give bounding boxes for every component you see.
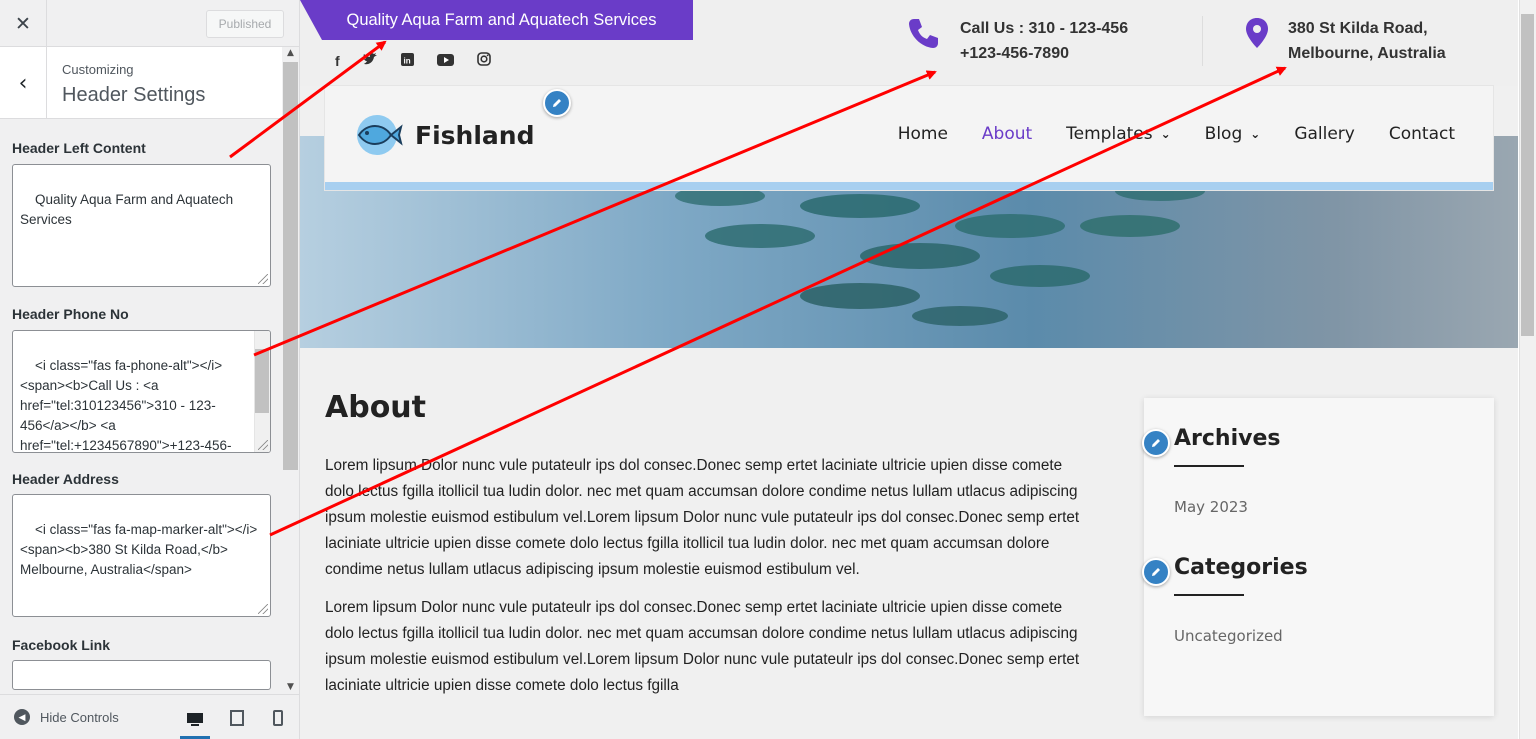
- phone-icon: [909, 19, 938, 48]
- fish-logo-icon: [357, 115, 403, 155]
- header-left-promo: Quality Aqua Farm and Aquatech Services: [300, 0, 693, 40]
- customizing-label: Customizing: [62, 62, 134, 77]
- menu-item-label: About: [981, 124, 1033, 144]
- header-phone-block: Call Us : 310 - 123-456 +123-456-7890: [906, 16, 1128, 66]
- address-text: 380 St Kilda Road, Melbourne, Australia: [1288, 16, 1446, 66]
- widget-underline: [1174, 594, 1244, 596]
- archives-item-link[interactable]: May 2023: [1174, 498, 1248, 516]
- scroll-up-icon[interactable]: ▲: [284, 48, 297, 58]
- edit-shortcut-icon[interactable]: [1142, 558, 1170, 586]
- header-address-textarea[interactable]: <i class="fas fa-map-marker-alt"></i> <s…: [12, 494, 271, 617]
- back-chevron-icon[interactable]: ‹: [0, 47, 47, 119]
- header-left-content-textarea[interactable]: Quality Aqua Farm and Aquatech Services: [12, 164, 271, 287]
- page-content: About Lorem lipsum Dolor nunc vule putat…: [325, 390, 1085, 711]
- edit-shortcut-icon[interactable]: [1142, 429, 1170, 457]
- page-scrollbar-thumb[interactable]: [1521, 14, 1534, 336]
- map-marker-icon: [1246, 18, 1268, 48]
- paragraph: Lorem lipsum Dolor nunc vule putateulr i…: [325, 457, 1080, 578]
- menu-item-gallery[interactable]: Gallery: [1294, 124, 1355, 144]
- topbar-divider: [1202, 16, 1203, 66]
- published-button[interactable]: Published: [206, 10, 284, 38]
- collapse-arrow-icon: ◀: [14, 709, 30, 725]
- customizer-topbar: ✕ Published: [0, 0, 299, 47]
- svg-text:in: in: [403, 56, 410, 65]
- social-links: f in: [335, 52, 491, 69]
- linkedin-icon[interactable]: in: [400, 52, 414, 69]
- nav-card: Fishland Home About Templates ⌄ Blog ⌄ Gal…: [325, 86, 1493, 190]
- resize-grip-icon[interactable]: [258, 274, 268, 284]
- menu-item-label: Contact: [1388, 124, 1455, 144]
- header-left-content-value: Quality Aqua Farm and Aquatech Services: [20, 192, 237, 227]
- widget-underline: [1174, 465, 1244, 467]
- mobile-preview-icon[interactable]: [263, 703, 293, 733]
- section-title: Header Settings: [62, 84, 206, 106]
- menu-item-home[interactable]: Home: [898, 124, 948, 144]
- customizer-panel: ✕ Published ‹ Customizing Header Setting…: [0, 0, 300, 739]
- site-topbar: Quality Aqua Farm and Aquatech Services …: [300, 0, 1518, 86]
- paragraph: Lorem lipsum Dolor nunc vule putateulr i…: [325, 599, 1080, 694]
- menu-item-contact[interactable]: Contact: [1389, 124, 1455, 144]
- header-left-content-label: Header Left Content: [12, 140, 146, 156]
- menu-item-about[interactable]: About: [982, 124, 1032, 144]
- sidebar-widgets: Archives May 2023 Categories Uncategoriz…: [1144, 398, 1494, 716]
- customizer-footer: ◀ Hide Controls: [0, 694, 299, 739]
- menu-item-label: Blog: [1204, 124, 1243, 144]
- categories-title: Categories: [1174, 555, 1308, 580]
- panel-scrollbar-thumb[interactable]: [283, 62, 298, 470]
- tablet-preview-icon[interactable]: [222, 703, 252, 733]
- header-phone-label: Header Phone No: [12, 306, 129, 322]
- scroll-down-icon[interactable]: ▼: [284, 682, 297, 692]
- textarea-scrollbar[interactable]: [254, 331, 270, 452]
- close-icon[interactable]: ✕: [0, 0, 47, 47]
- page-title: About: [325, 390, 427, 425]
- facebook-link-input[interactable]: #: [12, 660, 271, 690]
- textarea-scrollbar-thumb[interactable]: [255, 349, 269, 413]
- header-address-value: <i class="fas fa-map-marker-alt"></i> <s…: [20, 522, 262, 577]
- main-menu: Home About Templates ⌄ Blog ⌄ Gallery Cont…: [898, 124, 1455, 144]
- header-phone-value: <i class="fas fa-phone-alt"></i> <span><…: [20, 358, 232, 453]
- site-logo[interactable]: Fishland: [353, 113, 534, 157]
- site-preview: Quality Aqua Farm and Aquatech Services …: [300, 0, 1518, 739]
- call-number-2-link[interactable]: +123-456-7890: [960, 41, 1128, 66]
- facebook-link-value: #: [35, 688, 43, 689]
- menu-item-templates[interactable]: Templates ⌄: [1066, 124, 1171, 144]
- resize-grip-icon[interactable]: [258, 604, 268, 614]
- logo-text: Fishland: [415, 120, 535, 150]
- call-number-link[interactable]: 310 - 123-456: [1028, 20, 1128, 37]
- hide-controls-button[interactable]: ◀ Hide Controls: [14, 709, 119, 725]
- twitter-icon[interactable]: [363, 52, 378, 69]
- address-line-2: Melbourne, Australia: [1288, 45, 1446, 62]
- youtube-icon[interactable]: [436, 53, 454, 69]
- call-text: Call Us : 310 - 123-456 +123-456-7890: [960, 16, 1128, 66]
- chevron-down-icon[interactable]: ⌄: [1250, 127, 1260, 141]
- customizer-section-header: ‹ Customizing Header Settings: [0, 47, 282, 119]
- header-address-label: Header Address: [12, 471, 119, 487]
- menu-item-label: Home: [897, 124, 948, 144]
- hide-controls-label: Hide Controls: [40, 709, 119, 725]
- menu-item-label: Gallery: [1294, 124, 1355, 144]
- menu-item-label: Templates: [1066, 124, 1153, 144]
- facebook-icon[interactable]: f: [335, 53, 340, 69]
- chevron-down-icon[interactable]: ⌄: [1161, 127, 1171, 141]
- address-line-1: 380 St Kilda Road,: [1288, 20, 1428, 37]
- header-phone-textarea[interactable]: <i class="fas fa-phone-alt"></i> <span><…: [12, 330, 271, 453]
- categories-item-link[interactable]: Uncategorized: [1174, 627, 1283, 645]
- edit-shortcut-icon[interactable]: [543, 89, 571, 117]
- call-label: Call Us :: [960, 20, 1025, 37]
- instagram-icon[interactable]: [476, 52, 491, 69]
- menu-item-blog[interactable]: Blog ⌄: [1205, 124, 1261, 144]
- resize-grip-icon[interactable]: [258, 440, 268, 450]
- header-address-block: 380 St Kilda Road, Melbourne, Australia: [1244, 16, 1446, 66]
- desktop-preview-icon[interactable]: [180, 703, 210, 739]
- facebook-link-label: Facebook Link: [12, 637, 111, 653]
- archives-title: Archives: [1174, 426, 1281, 451]
